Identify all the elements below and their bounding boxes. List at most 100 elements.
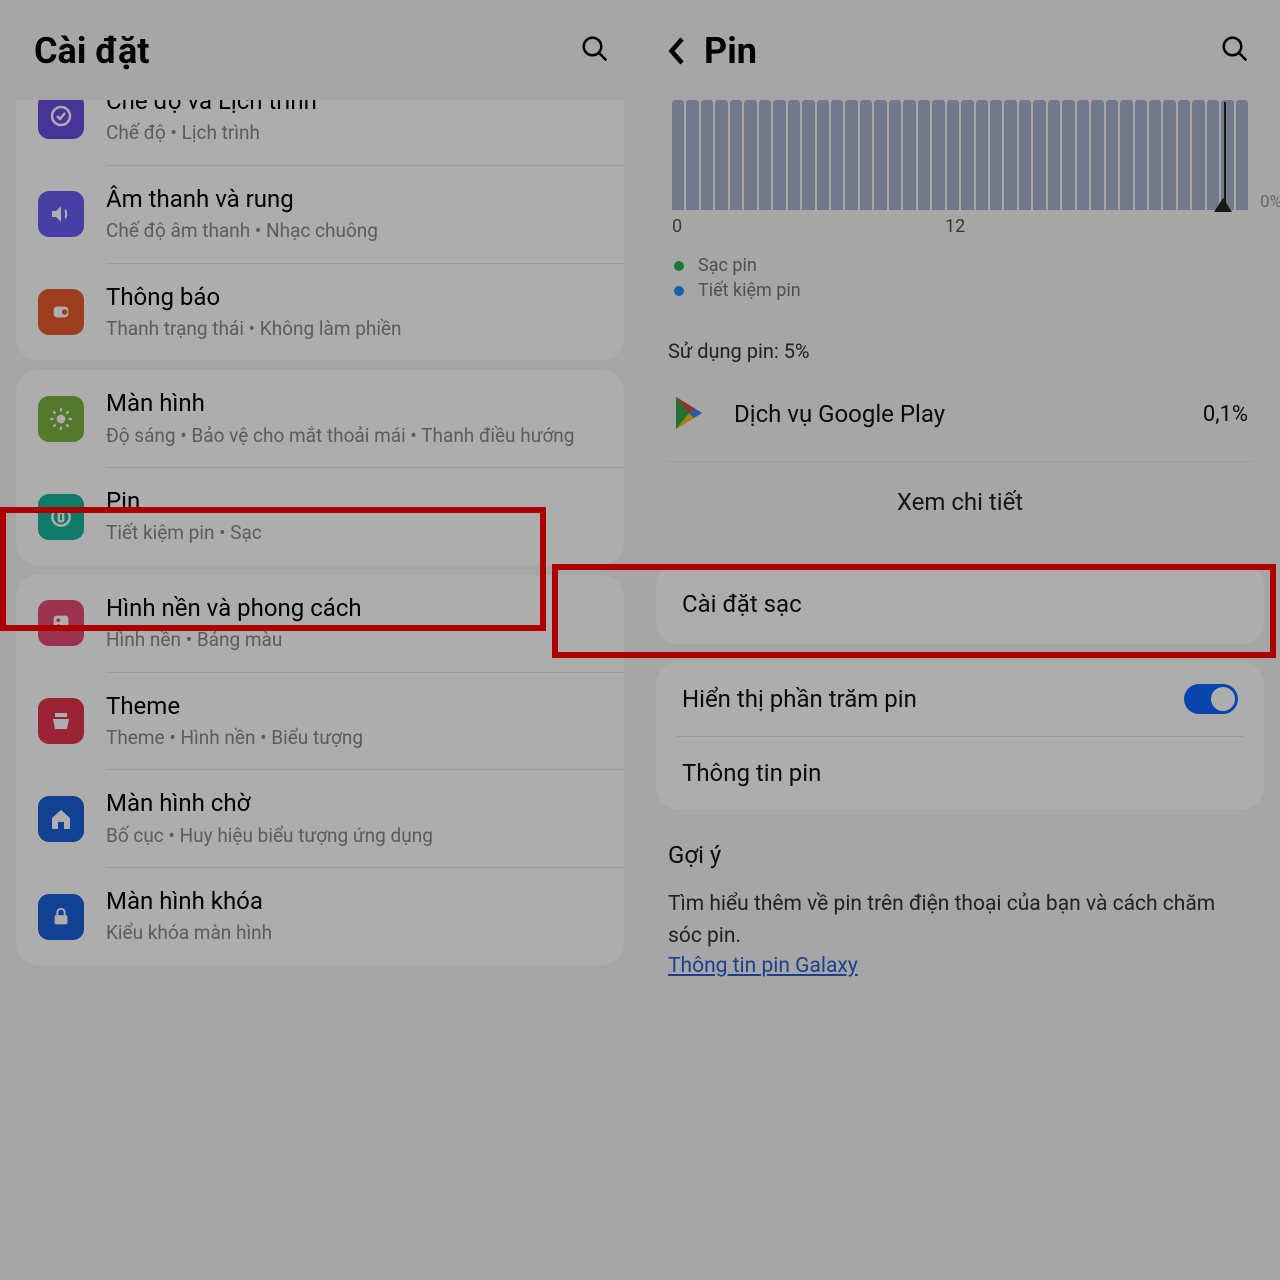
theme-icon [38,698,84,744]
tip-text: Tìm hiểu thêm về pin trên điện thoại của… [668,889,1252,952]
chart-bar [730,100,742,210]
chart-bar [903,100,915,210]
setting-subtitle: Theme • Hình nền • Biểu tượng [106,725,604,752]
chart-bar [1106,100,1118,210]
chart-bar [831,100,843,210]
chart-y-label: 0% [1260,192,1280,212]
setting-subtitle: Chế độ âm thanh • Nhạc chuông [106,218,604,245]
settings-item-sound[interactable]: Âm thanh và rung Chế độ âm thanh • Nhạc … [16,166,624,263]
chart-bar [1135,100,1147,210]
legend-charge: Sạc pin [674,255,1252,276]
chart-bar [990,100,1002,210]
setting-title: Màn hình khóa [106,886,604,917]
chart-bar [1120,100,1132,210]
show-percentage-toggle[interactable] [1184,684,1238,714]
chart-bar [715,100,727,210]
battery-chart: 0% 0 12 Sạc pin Tiết kiệm pin [640,100,1280,301]
search-icon [1220,34,1250,64]
setting-title: Màn hình [106,388,604,419]
chart-bar [788,100,800,210]
chart-bar [1048,100,1060,210]
google-play-services-icon [670,393,712,435]
chart-bar [701,100,713,210]
setting-title: Pin [106,486,604,517]
legend-dot-green [674,261,684,271]
sound-icon [38,191,84,237]
chart-bar [1004,100,1016,210]
battery-icon [38,494,84,540]
setting-subtitle: Bố cục • Huy hiệu biểu tượng ứng dụng [106,823,604,850]
settings-item-notifications[interactable]: Thông báo Thanh trạng thái • Không làm p… [16,264,624,361]
chart-bar [874,100,886,210]
galaxy-battery-link[interactable]: Thông tin pin Galaxy [668,954,858,978]
chart-bar [1077,100,1089,210]
notification-icon [38,289,84,335]
chart-bar [773,100,785,210]
search-button[interactable] [1220,34,1250,68]
setting-title: Thông báo [106,282,604,313]
chart-bar [976,100,988,210]
chart-bar [1033,100,1045,210]
chart-x-tick-0: 0 [672,216,945,237]
chart-cursor-line [1224,102,1226,210]
chart-bar [1062,100,1074,210]
chevron-left-icon [666,36,686,66]
chart-bar [802,100,814,210]
chart-bar [672,100,684,210]
settings-item-modes[interactable]: Chế độ và Lịch trình Chế độ • Lịch trình [16,100,624,165]
chart-bar [1091,100,1103,210]
setting-title: Hình nền và phong cách [106,593,604,624]
setting-title: Âm thanh và rung [106,184,604,215]
chart-bar [889,100,901,210]
settings-item-display[interactable]: Màn hình Độ sáng • Bảo vệ cho mắt thoải … [16,370,624,467]
usage-app-value: 0,1% [1203,402,1248,427]
chart-bar [1149,100,1161,210]
charging-settings-row[interactable]: Cài đặt sạc [656,564,1264,644]
back-button[interactable] [666,36,686,66]
usage-title: Sử dụng pin: 5% [668,339,1252,363]
setting-title: Màn hình chờ [106,788,604,819]
settings-item-theme[interactable]: Theme Theme • Hình nền • Biểu tượng [16,673,624,770]
settings-item-homescreen[interactable]: Màn hình chờ Bố cục • Huy hiệu biểu tượn… [16,770,624,867]
chart-bar [918,100,930,210]
chart-bar [961,100,973,210]
settings-item-battery[interactable]: Pin Tiết kiệm pin • Sạc [16,468,624,565]
settings-item-lockscreen[interactable]: Màn hình khóa Kiểu khóa màn hình [16,868,624,965]
battery-info-row[interactable]: Thông tin pin [656,737,1264,809]
lock-icon [38,894,84,940]
legend-dot-blue [674,286,684,296]
chart-bar [686,100,698,210]
chart-bar [947,100,959,210]
chart-bar [860,100,872,210]
chart-bar [932,100,944,210]
chart-bar [1192,100,1204,210]
search-button[interactable] [580,34,610,68]
chart-bar [1019,100,1031,210]
legend-saver: Tiết kiệm pin [674,280,1252,301]
setting-subtitle: Độ sáng • Bảo vệ cho mắt thoải mái • Tha… [106,423,604,450]
usage-app-row[interactable]: Dịch vụ Google Play 0,1% [668,389,1252,455]
home-icon [38,796,84,842]
chart-bar [759,100,771,210]
setting-subtitle: Tiết kiệm pin • Sạc [106,520,604,547]
settings-item-wallpaper[interactable]: Hình nền và phong cách Hình nền • Bảng m… [16,575,624,672]
chart-bar [1236,100,1248,210]
settings-title: Cài đặt [34,30,580,72]
chart-bar [1163,100,1175,210]
search-icon [580,34,610,64]
chart-bar [744,100,756,210]
setting-subtitle: Kiểu khóa màn hình [106,920,604,947]
show-percentage-row[interactable]: Hiển thị phần trăm pin [656,662,1264,736]
chart-bar [1207,100,1219,210]
setting-subtitle: Thanh trạng thái • Không làm phiền [106,316,604,343]
chart-bar [845,100,857,210]
setting-subtitle: Hình nền • Bảng màu [106,627,604,654]
chart-bar [1178,100,1190,210]
chart-bar [817,100,829,210]
view-details-button[interactable]: Xem chi tiết [668,468,1252,546]
setting-title: Chế độ và Lịch trình [106,100,604,117]
chart-cursor-arrow [1214,198,1232,212]
page-title: Pin [704,30,1220,72]
setting-title: Theme [106,691,604,722]
chart-x-tick-12: 12 [945,216,1218,237]
